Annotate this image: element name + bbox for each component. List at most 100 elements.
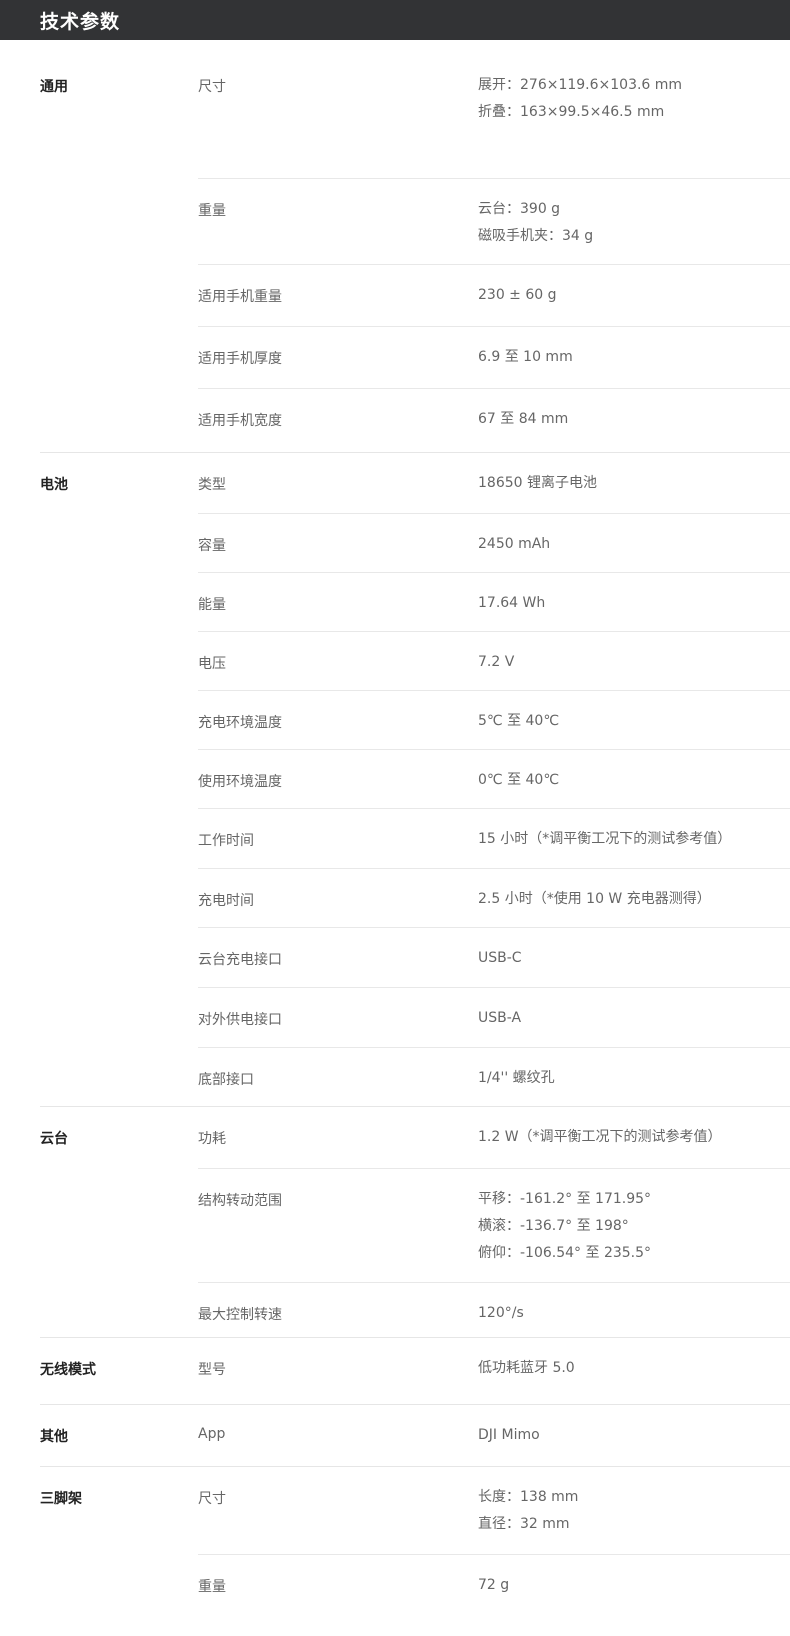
- spec-row: 底部接口 1/4'' 螺纹孔: [198, 1047, 790, 1108]
- spec-values: 长度：138 mm 直径：32 mm: [478, 1488, 578, 1542]
- section-category: 其他: [40, 1429, 68, 1445]
- spec-section: 三脚架 尺寸 长度：138 mm 直径：32 mm 重量 72 g: [40, 1466, 790, 1624]
- spec-row: 尺寸 长度：138 mm 直径：32 mm: [198, 1467, 790, 1554]
- spec-label: 尺寸: [198, 79, 226, 95]
- spec-label: 型号: [198, 1362, 226, 1378]
- spec-row: 尺寸 展开：276×119.6×103.6 mm 折叠：163×99.5×46.5 …: [198, 40, 790, 178]
- spec-row: 重量 云台：390 g 磁吸手机夹：34 g: [198, 178, 790, 265]
- spec-values: 230 ± 60 g: [478, 286, 557, 313]
- spec-values: 6.9 至 10 mm: [478, 348, 573, 375]
- spec-value: 1/4'' 螺纹孔: [478, 1070, 555, 1086]
- spec-value: 磁吸手机夹：34 g: [478, 228, 594, 244]
- spec-values: USB-A: [478, 1009, 521, 1036]
- spec-values: 15 小时（*调平衡工况下的测试参考值）: [478, 830, 731, 857]
- spec-section: 云台 功耗 1.2 W（*调平衡工况下的测试参考值） 结构转动范围 平移：-161.2°…: [40, 1106, 790, 1338]
- spec-value: 72 g: [478, 1577, 510, 1593]
- spec-values: 17.64 Wh: [478, 594, 545, 621]
- spec-row: 适用手机厚度 6.9 至 10 mm: [198, 326, 790, 389]
- spec-value: 18650 锂离子电池: [478, 475, 597, 491]
- spec-value: USB-A: [478, 1010, 522, 1026]
- spec-value: 直径：32 mm: [478, 1516, 570, 1532]
- page-title: 技术参数: [40, 10, 121, 33]
- spec-row: App DJI Mimo: [198, 1405, 790, 1467]
- spec-label: 适用手机厚度: [198, 351, 282, 367]
- spec-values: 展开：276×119.6×103.6 mm 折叠：163×99.5×46.5 mm: [478, 76, 682, 130]
- spec-value: 俯仰：-106.54° 至 235.5°: [478, 1245, 652, 1261]
- spec-label: 使用环境温度: [198, 774, 282, 790]
- spec-values: 72 g: [478, 1576, 509, 1603]
- spec-label: 能量: [198, 597, 226, 613]
- spec-label: 最大控制转速: [198, 1307, 282, 1323]
- spec-value: USB-C: [478, 950, 522, 966]
- spec-values: 云台：390 g 磁吸手机夹：34 g: [478, 200, 593, 254]
- spec-label: 底部接口: [198, 1072, 254, 1088]
- spec-value: 云台：390 g: [478, 201, 561, 217]
- spec-values: 1.2 W（*调平衡工况下的测试参考值）: [478, 1128, 722, 1155]
- spec-label: App: [198, 1426, 226, 1442]
- spec-values: 低功耗蓝牙 5.0: [478, 1359, 575, 1386]
- spec-row: 型号 低功耗蓝牙 5.0: [198, 1338, 790, 1405]
- spec-row: 容量 2450 mAh: [198, 513, 790, 573]
- spec-values: 1/4'' 螺纹孔: [478, 1069, 555, 1096]
- spec-label: 云台充电接口: [198, 952, 282, 968]
- spec-label: 尺寸: [198, 1491, 226, 1507]
- spec-value: 0℃ 至 40℃: [478, 772, 560, 788]
- spec-label: 工作时间: [198, 833, 254, 849]
- spec-label: 电压: [198, 656, 226, 672]
- spec-values: 18650 锂离子电池: [478, 474, 597, 501]
- spec-values: 67 至 84 mm: [478, 410, 568, 437]
- spec-value: 1.2 W（*调平衡工况下的测试参考值）: [478, 1129, 722, 1145]
- spec-row: 云台充电接口 USB-C: [198, 927, 790, 988]
- spec-value: 2450 mAh: [478, 536, 551, 552]
- spec-values: 2450 mAh: [478, 535, 550, 562]
- page-header: 技术参数: [0, 0, 790, 40]
- spec-value: 6.9 至 10 mm: [478, 349, 573, 365]
- spec-row: 充电环境温度 5℃ 至 40℃: [198, 690, 790, 750]
- spec-row: 使用环境温度 0℃ 至 40℃: [198, 749, 790, 809]
- spec-row: 电压 7.2 V: [198, 631, 790, 691]
- spec-value: 7.2 V: [478, 654, 515, 670]
- spec-value: 230 ± 60 g: [478, 287, 557, 303]
- spec-value: 长度：138 mm: [478, 1489, 579, 1505]
- spec-values: 平移：-161.2° 至 171.95° 横滚：-136.7° 至 198° 俯仰：…: [478, 1190, 651, 1271]
- spec-label: 重量: [198, 203, 226, 219]
- spec-value: 5℃ 至 40℃: [478, 713, 560, 729]
- spec-row: 能量 17.64 Wh: [198, 572, 790, 632]
- spec-row: 充电时间 2.5 小时（*使用 10 W 充电器测得）: [198, 868, 790, 928]
- spec-values: 5℃ 至 40℃: [478, 712, 559, 739]
- spec-value: 15 小时（*调平衡工况下的测试参考值）: [478, 831, 732, 847]
- spec-values: 0℃ 至 40℃: [478, 771, 559, 798]
- spec-values: 7.2 V: [478, 653, 514, 680]
- spec-row: 重量 72 g: [198, 1554, 790, 1625]
- spec-label: 容量: [198, 538, 226, 554]
- section-category: 三脚架: [40, 1491, 82, 1507]
- spec-section: 电池 类型 18650 锂离子电池 容量 2450 mAh 能量 17.64 Wh 电压 7.2…: [40, 452, 790, 1107]
- spec-row: 适用手机宽度 67 至 84 mm: [198, 388, 790, 453]
- spec-row: 工作时间 15 小时（*调平衡工况下的测试参考值）: [198, 808, 790, 869]
- spec-section: 通用 尺寸 展开：276×119.6×103.6 mm 折叠：163×99.5×46.…: [40, 40, 790, 452]
- section-category: 电池: [40, 477, 68, 493]
- spec-values: USB-C: [478, 949, 522, 976]
- spec-value: 横滚：-136.7° 至 198°: [478, 1218, 629, 1234]
- spec-row: 功耗 1.2 W（*调平衡工况下的测试参考值）: [198, 1107, 790, 1168]
- section-category: 无线模式: [40, 1362, 96, 1378]
- spec-label: 重量: [198, 1579, 226, 1595]
- spec-label: 对外供电接口: [198, 1012, 282, 1028]
- spec-values: 120°/s: [478, 1304, 524, 1331]
- spec-section: 无线模式 型号 低功耗蓝牙 5.0: [40, 1337, 790, 1405]
- spec-section: 其他 App DJI Mimo: [40, 1404, 790, 1467]
- spec-value: 120°/s: [478, 1305, 524, 1321]
- spec-row: 适用手机重量 230 ± 60 g: [198, 264, 790, 327]
- spec-values: DJI Mimo: [478, 1426, 540, 1453]
- section-category: 通用: [40, 79, 68, 95]
- section-category: 云台: [40, 1131, 68, 1147]
- spec-row: 结构转动范围 平移：-161.2° 至 171.95° 横滚：-136.7° 至 1…: [198, 1168, 790, 1283]
- spec-value: 17.64 Wh: [478, 595, 546, 611]
- spec-value: 展开：276×119.6×103.6 mm: [478, 77, 683, 93]
- spec-label: 充电时间: [198, 893, 254, 909]
- spec-values: 2.5 小时（*使用 10 W 充电器测得）: [478, 890, 711, 917]
- spec-value: 折叠：163×99.5×46.5 mm: [478, 104, 665, 120]
- spec-value: DJI Mimo: [478, 1427, 540, 1443]
- spec-label: 适用手机重量: [198, 289, 282, 305]
- spec-label: 结构转动范围: [198, 1193, 282, 1209]
